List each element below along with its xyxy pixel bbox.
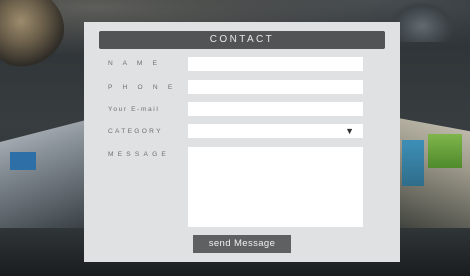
- category-select[interactable]: ▼: [188, 124, 363, 138]
- phone-label: P H O N E: [108, 84, 177, 91]
- background-booth-left: [0, 120, 86, 230]
- chevron-down-icon[interactable]: ▼: [345, 125, 354, 137]
- form-title: CONTACT: [99, 31, 385, 49]
- background-screen-left: [10, 152, 36, 170]
- name-label: N A M E: [108, 60, 162, 67]
- message-field[interactable]: [188, 147, 363, 227]
- send-message-button[interactable]: send Message: [193, 235, 291, 253]
- message-label: MESSAGE: [108, 151, 171, 158]
- phone-field[interactable]: [188, 80, 363, 94]
- email-field[interactable]: [188, 102, 363, 116]
- contact-page: CONTACT N A M E P H O N E Your E-mail CA…: [0, 0, 470, 276]
- contact-form: CONTACT N A M E P H O N E Your E-mail CA…: [84, 22, 400, 262]
- background-panel-blue: [402, 140, 424, 186]
- name-field[interactable]: [188, 57, 363, 71]
- category-label: CATEGORY: [108, 128, 163, 135]
- email-label: Your E-mail: [108, 106, 160, 113]
- background-panel-green: [428, 134, 462, 168]
